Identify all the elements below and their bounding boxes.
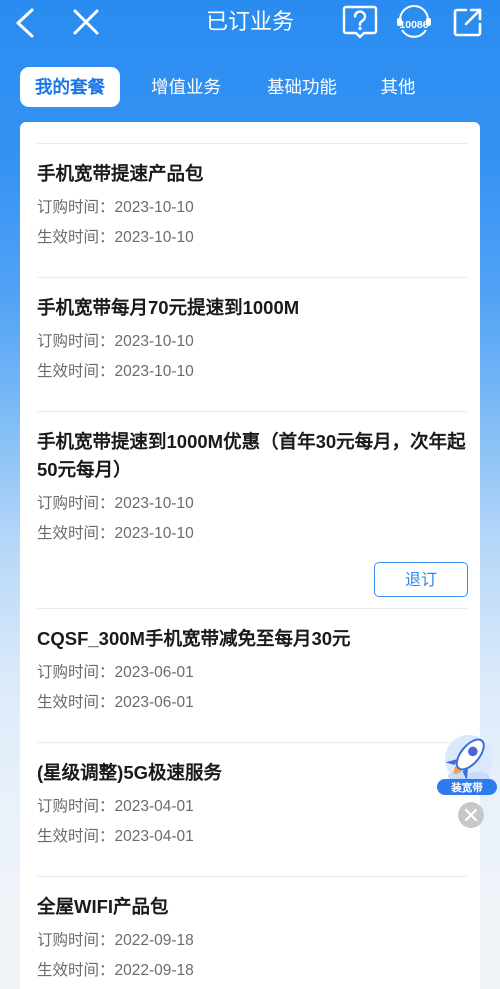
service-title: 手机宽带每月70元提速到1000M — [37, 297, 300, 318]
top-navigation-bar: 已订业务 10086 — [0, 0, 500, 46]
service-title: 手机宽带提速产品包 — [37, 163, 204, 184]
order-time-row: 订购时间：2022-09-18 — [37, 926, 468, 956]
effective-time-label: 生效时间： — [37, 229, 115, 246]
order-time-label: 订购时间： — [37, 333, 115, 350]
order-time-value: 2023-04-01 — [114, 798, 194, 815]
help-question-icon[interactable] — [342, 5, 378, 39]
effective-time-label: 生效时间： — [37, 525, 115, 542]
effective-time-label: 生效时间： — [37, 828, 115, 845]
effective-time-value: 2023-06-01 — [114, 694, 194, 711]
close-circle-icon[interactable] — [458, 802, 484, 828]
order-time-label: 订购时间： — [37, 495, 115, 512]
order-time-label: 订购时间： — [37, 932, 115, 949]
hotline-10086-icon[interactable]: 10086 — [393, 3, 435, 41]
effective-time-row: 生效时间：2022-09-18 — [37, 956, 468, 986]
service-actions: 退订 — [37, 562, 468, 597]
effective-time-value: 2023-04-01 — [114, 828, 194, 845]
rocket-icon — [445, 735, 493, 783]
share-icon[interactable] — [452, 6, 484, 38]
effective-time-row: 生效时间：2023-10-10 — [37, 519, 468, 549]
service-meta: 订购时间：2023-04-01 生效时间：2023-04-01 — [37, 792, 468, 852]
back-chevron-icon[interactable] — [12, 6, 38, 40]
effective-time-value: 2023-10-10 — [114, 363, 194, 380]
effective-time-row: 生效时间：2023-04-01 — [37, 822, 468, 852]
effective-time-value: 2023-10-10 — [114, 229, 194, 246]
order-time-row: 订购时间：2023-10-10 — [37, 193, 468, 223]
service-item: 手机宽带每月70元提速到1000M 订购时间：2023-10-10 生效时间：2… — [37, 277, 468, 411]
service-item: CQSF_300M手机宽带减免至每月30元 订购时间：2023-06-01 生效… — [37, 608, 468, 742]
service-item: 全屋WIFI产品包 订购时间：2022-09-18 生效时间：2022-09-1… — [37, 876, 468, 986]
service-meta: 订购时间：2023-10-10 生效时间：2023-10-10 — [37, 327, 468, 387]
page-title: 已订业务 — [205, 9, 294, 34]
order-time-row: 订购时间：2023-06-01 — [37, 658, 468, 688]
install-broadband-float-button[interactable]: 装宽带 — [436, 732, 498, 796]
service-meta: 订购时间：2023-10-10 生效时间：2023-10-10 — [37, 193, 468, 253]
effective-time-row: 生效时间：2023-10-10 — [37, 357, 468, 387]
order-time-value: 2023-10-10 — [114, 333, 194, 350]
tab-basic-functions[interactable]: 基础功能 — [252, 67, 352, 107]
effective-time-value: 2022-09-18 — [114, 962, 194, 979]
service-meta: 订购时间：2022-09-18 生效时间：2022-09-18 — [37, 926, 468, 986]
effective-time-value: 2023-10-10 — [114, 525, 194, 542]
order-time-row: 订购时间：2023-04-01 — [37, 792, 468, 822]
install-broadband-label: 装宽带 — [450, 781, 483, 794]
effective-time-label: 生效时间： — [37, 694, 115, 711]
hotline-number-label: 10086 — [399, 19, 428, 31]
order-time-row: 订购时间：2023-10-10 — [37, 489, 468, 519]
order-time-label: 订购时间： — [37, 798, 115, 815]
service-item: 手机宽带提速产品包 订购时间：2023-10-10 生效时间：2023-10-1… — [37, 143, 468, 277]
service-meta: 订购时间：2023-10-10 生效时间：2023-10-10 — [37, 489, 468, 549]
effective-time-label: 生效时间： — [37, 363, 115, 380]
tab-others[interactable]: 其他 — [348, 67, 448, 107]
order-time-value: 2023-06-01 — [114, 664, 194, 681]
service-title: 全屋WIFI产品包 — [37, 896, 169, 917]
subscribed-services-card: 手机宽带提速产品包 订购时间：2023-10-10 生效时间：2023-10-1… — [20, 122, 480, 989]
order-time-label: 订购时间： — [37, 199, 115, 216]
service-meta: 订购时间：2023-06-01 生效时间：2023-06-01 — [37, 658, 468, 718]
service-title: CQSF_300M手机宽带减免至每月30元 — [37, 628, 351, 649]
order-time-value: 2023-10-10 — [114, 199, 194, 216]
service-item: 手机宽带提速到1000M优惠（首年30元每月，次年起50元每月） 订购时间：20… — [37, 411, 468, 608]
tab-value-added-services[interactable]: 增值业务 — [136, 67, 236, 107]
tab-my-packages[interactable]: 我的套餐 — [20, 67, 120, 107]
unsubscribe-button[interactable]: 退订 — [374, 562, 468, 597]
order-time-value: 2023-10-10 — [114, 495, 194, 512]
order-time-label: 订购时间： — [37, 664, 115, 681]
service-title: (星级调整)5G极速服务 — [37, 762, 223, 783]
order-time-value: 2022-09-18 — [114, 932, 194, 949]
close-icon[interactable] — [70, 6, 102, 38]
service-item: (星级调整)5G极速服务 订购时间：2023-04-01 生效时间：2023-0… — [37, 742, 468, 876]
service-title: 手机宽带提速到1000M优惠（首年30元每月，次年起50元每月） — [37, 431, 466, 480]
effective-time-row: 生效时间：2023-06-01 — [37, 688, 468, 718]
order-time-row: 订购时间：2023-10-10 — [37, 327, 468, 357]
effective-time-label: 生效时间： — [37, 962, 115, 979]
effective-time-row: 生效时间：2023-10-10 — [37, 223, 468, 253]
